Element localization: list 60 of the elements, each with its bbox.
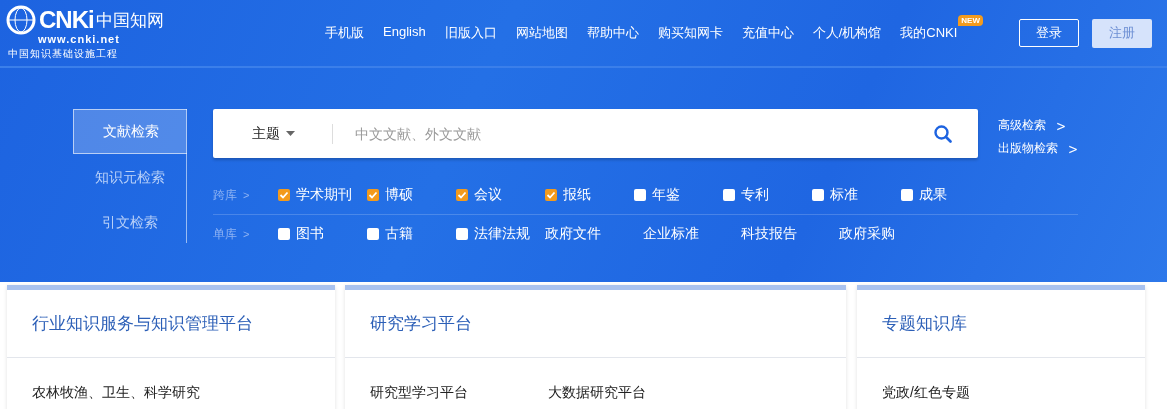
caret-icon (286, 131, 295, 136)
database-checkbox[interactable]: 专利 (723, 186, 812, 204)
field-dropdown[interactable]: 主题 (252, 124, 332, 143)
card-link[interactable]: 党政/红色专题 (882, 384, 970, 402)
card-link[interactable]: 农林牧渔、卫生、科学研究 (32, 384, 200, 402)
database-checkbox[interactable]: 古籍 (367, 225, 456, 243)
search-tab[interactable]: 文献检索 (73, 109, 187, 154)
nav-link[interactable]: 手机版 (325, 25, 364, 40)
logo-title: 中国知网 (95, 8, 164, 31)
row-label: 跨库 (213, 186, 237, 204)
search-link[interactable]: 高级检索 (998, 117, 1046, 134)
checkbox[interactable] (634, 189, 646, 201)
database-checkbox[interactable]: 年鉴 (634, 186, 723, 204)
search-tab[interactable]: 引文检索 (73, 200, 186, 244)
checkbox[interactable] (367, 189, 379, 201)
chevron-icon: > (1056, 117, 1067, 134)
new-badge: NEW (958, 15, 983, 26)
database-checkbox[interactable]: 学术期刊 (278, 186, 367, 204)
checkbox[interactable] (367, 228, 379, 240)
row-label: 单库 (213, 225, 237, 243)
logo-url: www.cnki.net (38, 32, 121, 45)
register-button[interactable]: 注册 (1092, 18, 1153, 48)
checkbox[interactable] (456, 189, 468, 201)
database-checkbox[interactable]: 报纸 (545, 186, 634, 204)
checkbox[interactable] (812, 189, 824, 201)
checkbox[interactable] (723, 189, 735, 201)
nav-link[interactable]: 帮助中心 (586, 25, 639, 40)
database-checkbox[interactable]: 标准 (812, 186, 901, 204)
globe-icon (6, 4, 36, 35)
checkbox[interactable] (545, 189, 557, 201)
chevron-icon: > (243, 189, 250, 201)
logo-text: CNKi (39, 6, 94, 33)
checkbox[interactable] (456, 228, 468, 240)
database-checkbox[interactable]: 会议 (456, 186, 545, 204)
checkbox[interactable] (278, 228, 290, 240)
nav-link[interactable]: English (383, 24, 426, 39)
search-tab[interactable]: 知识元检索 (73, 155, 186, 199)
nav-link[interactable]: 我的CNKI (900, 25, 958, 40)
card-title: 行业知识服务与知识管理平台 (7, 290, 335, 358)
card-title: 研究学习平台 (345, 290, 846, 358)
search-field[interactable]: 主题 中文文献、外文文献 (213, 109, 978, 158)
chevron-icon: > (1068, 140, 1079, 157)
nav-link[interactable]: 个人/机构馆 (812, 25, 882, 40)
card-link[interactable]: 大数据研究平台 (548, 384, 646, 402)
chevron-icon: > (243, 228, 250, 240)
logo-slogan: 中国知识基础设施工程 (8, 46, 119, 60)
checkbox[interactable] (278, 189, 290, 201)
card-link[interactable]: 研究型学习平台 (370, 384, 468, 402)
nav-link[interactable]: 充值中心 (741, 25, 794, 40)
database-checkbox[interactable]: 图书 (278, 225, 367, 243)
database-checkbox[interactable]: 成果 (901, 186, 990, 204)
checkbox[interactable] (901, 189, 913, 201)
search-icon[interactable] (934, 124, 952, 143)
login-button[interactable]: 登录 (1019, 19, 1080, 47)
database-checkbox[interactable]: 博硕 (367, 186, 456, 204)
search-link[interactable]: 出版物检索 (998, 140, 1058, 157)
nav-link[interactable]: 旧版入口 (444, 25, 497, 40)
nav-link[interactable]: 网站地图 (515, 25, 568, 40)
nav-link[interactable]: 购买知网卡 (657, 25, 723, 40)
card-title: 专题知识库 (857, 290, 1145, 358)
